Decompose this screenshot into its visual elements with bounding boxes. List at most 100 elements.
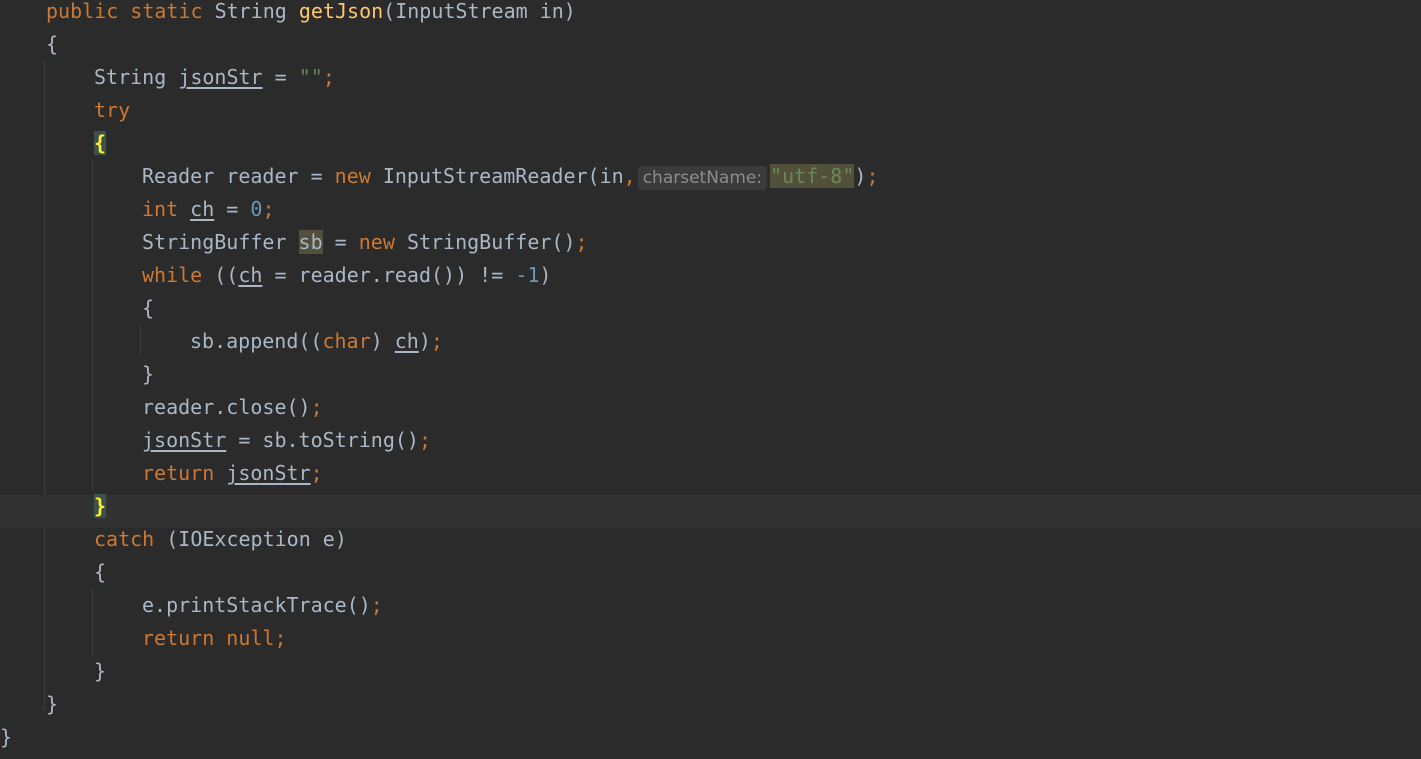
code-text: } xyxy=(142,363,154,385)
code-token: ; xyxy=(262,197,275,221)
code-line[interactable]: return jsonStr; xyxy=(0,462,1421,495)
code-text: catch (IOException e) xyxy=(94,528,347,550)
matched-brace: { xyxy=(94,131,107,155)
code-text: jsonStr = sb.toString(); xyxy=(142,429,431,451)
code-text: e.printStackTrace(); xyxy=(142,594,383,616)
code-line[interactable]: catch (IOException e) xyxy=(0,528,1421,561)
code-token: new xyxy=(358,230,407,254)
code-line[interactable]: } xyxy=(0,363,1421,396)
code-line[interactable]: while ((ch = reader.read()) != -1) xyxy=(0,264,1421,297)
code-text: { xyxy=(94,131,107,155)
code-token: ) xyxy=(370,329,395,353)
code-line[interactable]: int ch = 0; xyxy=(0,198,1421,231)
code-token: while xyxy=(142,263,215,287)
code-text: return null; xyxy=(142,627,287,649)
code-token: ) xyxy=(854,164,867,188)
code-line[interactable]: sb.append((char) ch); xyxy=(0,330,1421,363)
code-token: { xyxy=(142,296,155,320)
code-text: { xyxy=(46,33,58,55)
code-text: Reader reader = new InputStreamReader(in… xyxy=(142,164,879,190)
code-token: sb.append(( xyxy=(190,329,323,353)
code-token: StringBuffer() xyxy=(406,230,576,254)
string-literal: "utf-8" xyxy=(770,164,855,188)
code-token: InputStreamReader(in xyxy=(382,164,624,188)
code-line[interactable]: } xyxy=(0,693,1421,726)
code-token: = xyxy=(322,230,359,254)
code-token: ; xyxy=(866,164,879,188)
code-token: = xyxy=(214,197,251,221)
code-token: return null xyxy=(142,626,275,650)
code-editor[interactable]: public static String getJson(InputStream… xyxy=(0,0,1421,756)
code-line[interactable]: { xyxy=(0,33,1421,66)
code-token: ; xyxy=(310,461,323,485)
code-text: { xyxy=(142,297,154,319)
code-token: String xyxy=(214,0,299,23)
code-line[interactable]: String jsonStr = ""; xyxy=(0,66,1421,99)
code-token: } xyxy=(94,659,107,683)
code-line[interactable]: } xyxy=(0,660,1421,693)
code-token: ; xyxy=(274,626,287,650)
code-line[interactable]: { xyxy=(0,297,1421,330)
code-text: } xyxy=(94,494,107,518)
code-token: , xyxy=(623,164,636,188)
code-token: catch xyxy=(94,527,167,551)
code-token: String xyxy=(94,65,179,89)
code-token: (IOException e) xyxy=(166,527,347,551)
code-text: } xyxy=(46,693,58,715)
code-text: } xyxy=(94,660,106,682)
code-text: public static String getJson(InputStream… xyxy=(46,0,576,22)
code-text: while ((ch = reader.read()) != -1) xyxy=(142,264,551,286)
code-line[interactable]: reader.close(); xyxy=(0,396,1421,429)
code-text: { xyxy=(94,561,106,583)
code-token: try xyxy=(94,98,131,122)
code-token: ; xyxy=(418,428,431,452)
code-line[interactable]: jsonStr = sb.toString(); xyxy=(0,429,1421,462)
code-token: ; xyxy=(430,329,443,353)
code-line[interactable]: StringBuffer sb = new StringBuffer(); xyxy=(0,230,1421,264)
code-token: ch xyxy=(394,329,419,353)
code-token: "" xyxy=(298,65,323,89)
code-line[interactable]: { xyxy=(0,561,1421,594)
code-token: jsonStr xyxy=(226,461,311,485)
code-text: reader.close(); xyxy=(142,396,323,418)
code-text: int ch = 0; xyxy=(142,198,274,220)
code-token: e.printStackTrace() xyxy=(142,593,371,617)
code-token: public static xyxy=(46,0,215,23)
code-line[interactable]: Reader reader = new InputStreamReader(in… xyxy=(0,164,1421,198)
code-token: } xyxy=(0,725,13,749)
code-line[interactable]: return null; xyxy=(0,627,1421,660)
code-text: StringBuffer sb = new StringBuffer(); xyxy=(142,230,588,254)
matched-brace: } xyxy=(94,494,107,518)
code-line[interactable]: } xyxy=(0,726,1421,759)
code-token: char xyxy=(322,329,371,353)
code-line[interactable]: } xyxy=(0,494,1421,528)
code-token: int xyxy=(142,197,191,221)
code-token: jsonStr xyxy=(178,65,263,89)
code-token: StringBuffer xyxy=(142,230,299,254)
highlighted-identifier: sb xyxy=(298,230,323,254)
code-token: { xyxy=(46,32,59,56)
code-token: ) xyxy=(539,263,552,287)
code-line[interactable]: { xyxy=(0,131,1421,165)
code-token: getJson xyxy=(298,0,384,23)
code-token: } xyxy=(46,692,59,716)
code-token: = sb.toString() xyxy=(226,428,419,452)
code-text: sb.append((char) ch); xyxy=(190,330,443,352)
code-token: ; xyxy=(370,593,383,617)
code-token: ; xyxy=(322,65,335,89)
parameter-hint: charsetName: xyxy=(637,166,768,190)
code-token: { xyxy=(94,560,107,584)
code-token: = xyxy=(262,65,299,89)
code-text: return jsonStr; xyxy=(142,462,323,484)
code-token: 0 xyxy=(250,197,263,221)
code-token: reader.close() xyxy=(142,395,311,419)
code-line[interactable]: public static String getJson(InputStream… xyxy=(0,0,1421,33)
code-text: } xyxy=(0,726,12,748)
code-line[interactable]: try xyxy=(0,99,1421,132)
code-token: new xyxy=(334,164,383,188)
code-text: try xyxy=(94,99,130,121)
code-token: ) xyxy=(418,329,431,353)
code-token: jsonStr xyxy=(142,428,227,452)
code-token: -1 xyxy=(515,263,540,287)
code-line[interactable]: e.printStackTrace(); xyxy=(0,594,1421,627)
